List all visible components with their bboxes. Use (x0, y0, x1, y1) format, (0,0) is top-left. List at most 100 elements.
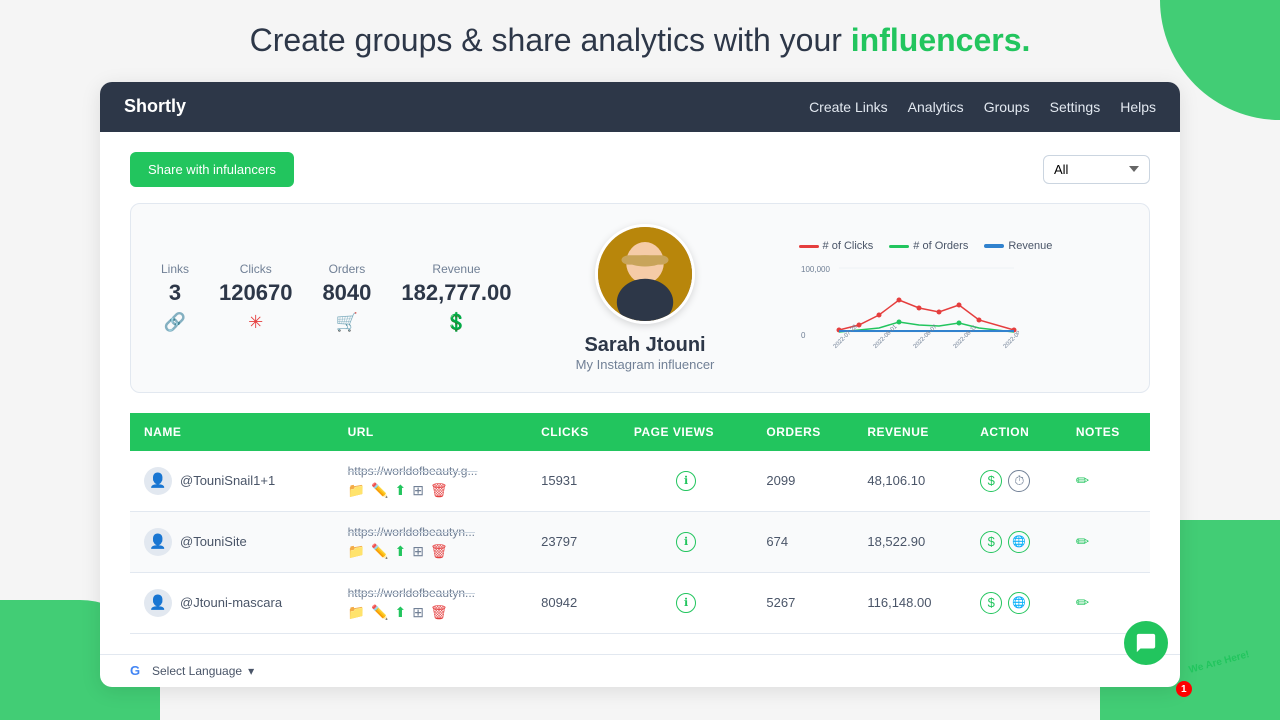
headline-text: Create groups & share analytics with you… (250, 22, 851, 58)
dollar-icon-1[interactable]: $ (980, 531, 1002, 553)
svg-text:2022-08-07: 2022-08-07 (912, 324, 938, 350)
globe-icon-1[interactable]: 🌐 (1008, 531, 1030, 553)
folder-icon[interactable]: 📁 (348, 482, 365, 499)
edit-icon[interactable]: ✏️ (371, 482, 388, 499)
google-icon: G (130, 663, 146, 679)
notes-edit-icon-1[interactable]: ✏ (1076, 534, 1089, 551)
col-clicks: CLICKS (527, 413, 620, 451)
grid-icon[interactable]: ⊞ (412, 604, 424, 621)
folder-icon[interactable]: 📁 (348, 543, 365, 560)
navbar: Shortly Create Links Analytics Groups Se… (100, 82, 1180, 132)
data-table: NAME URL CLICKS PAGE VIEWS ORDERS REVENU… (130, 413, 1150, 634)
profile-subtitle: My Instagram influencer (512, 357, 779, 372)
row-avatar-0: 👤 (144, 467, 172, 495)
profile-name: Sarah Jtouni (512, 334, 779, 357)
row-url-0: https://worldofbeauty.g... (348, 464, 478, 478)
svg-text:100,000: 100,000 (801, 265, 830, 274)
cell-revenue-1: 18,522.90 (853, 511, 966, 572)
col-name: NAME (130, 413, 334, 451)
nav-groups[interactable]: Groups (984, 99, 1030, 115)
cell-orders-1: 674 (752, 511, 853, 572)
stat-clicks: Clicks 120670 ✳ (219, 262, 292, 333)
cell-name-0: 👤 @TouniSnail1+1 (130, 451, 334, 512)
cell-pageviews-2: ℹ (620, 572, 753, 633)
cell-url-1: https://worldofbeautyn... 📁 ✏️ ⬆ ⊞ 🗑 (334, 511, 528, 572)
delete-icon[interactable]: 🗑 (430, 482, 448, 499)
chart-legend: # of Clicks # of Orders Revenue (799, 240, 1119, 252)
cell-url-2: https://worldofbeautyn... 📁 ✏️ ⬆ ⊞ 🗑 (334, 572, 528, 633)
col-orders: ORDERS (752, 413, 853, 451)
row-name-0: @TouniSnail1+1 (180, 473, 275, 488)
nav-settings[interactable]: Settings (1050, 99, 1101, 115)
globe-icon-2[interactable]: 🌐 (1008, 592, 1030, 614)
dollar-icon-2[interactable]: $ (980, 592, 1002, 614)
clock-icon-0[interactable]: ⏱ (1008, 470, 1030, 492)
upload-icon[interactable]: ⬆ (394, 482, 406, 499)
svg-text:2022-07-28: 2022-07-28 (832, 324, 858, 350)
row-name-1: @TouniSite (180, 534, 247, 549)
share-button[interactable]: Share with infulancers (130, 152, 294, 187)
cell-pageviews-0: ℹ (620, 451, 753, 512)
info-icon-0: ℹ (676, 471, 696, 491)
svg-text:0: 0 (801, 331, 806, 340)
cell-name-1: 👤 @TouniSite (130, 511, 334, 572)
col-notes: NOTES (1062, 413, 1150, 451)
grid-icon[interactable]: ⊞ (412, 543, 424, 560)
delete-icon[interactable]: 🗑 (430, 543, 448, 560)
upload-icon[interactable]: ⬆ (394, 604, 406, 621)
cell-revenue-0: 48,106.10 (853, 451, 966, 512)
edit-icon[interactable]: ✏️ (371, 604, 388, 621)
delete-icon[interactable]: 🗑 (430, 604, 448, 621)
legend-revenue: Revenue (984, 240, 1052, 252)
info-icon-2: ℹ (676, 593, 696, 613)
select-language-bar: G Select Language ▾ (100, 654, 1180, 687)
row-avatar-1: 👤 (144, 528, 172, 556)
content-area: Share with infulancers All This Week Thi… (100, 132, 1180, 654)
cell-action-1: $ 🌐 (966, 511, 1062, 572)
notes-edit-icon-2[interactable]: ✏ (1076, 595, 1089, 612)
folder-icon[interactable]: 📁 (348, 604, 365, 621)
revenue-icon: 💲 (401, 312, 511, 333)
info-icon-1: ℹ (676, 532, 696, 552)
cell-action-0: $ ⏱ (966, 451, 1062, 512)
chat-button[interactable] (1124, 621, 1168, 665)
chat-badge: 1 (1176, 681, 1192, 697)
dollar-icon-0[interactable]: $ (980, 470, 1002, 492)
stats-grid: Links 3 🔗 Clicks 120670 ✳ Orders 8040 🛒 (161, 262, 512, 333)
cell-clicks-2: 80942 (527, 572, 620, 633)
grid-icon[interactable]: ⊞ (412, 482, 424, 499)
cell-notes-0: ✏ (1062, 451, 1150, 512)
legend-clicks: # of Clicks (799, 240, 874, 252)
cell-notes-1: ✏ (1062, 511, 1150, 572)
col-pageviews: PAGE VIEWS (620, 413, 753, 451)
edit-icon[interactable]: ✏️ (371, 543, 388, 560)
col-action: ACTION (966, 413, 1062, 451)
analytics-chart: 100,000 0 (799, 260, 1019, 350)
nav-create-links[interactable]: Create Links (809, 99, 888, 115)
headline-accent: influencers. (851, 22, 1031, 58)
brand-logo: Shortly (124, 96, 186, 117)
link-icon: 🔗 (161, 312, 189, 333)
cell-clicks-1: 23797 (527, 511, 620, 572)
nav-analytics[interactable]: Analytics (908, 99, 964, 115)
cell-revenue-2: 116,148.00 (853, 572, 966, 633)
upload-icon[interactable]: ⬆ (394, 543, 406, 560)
chart-area: # of Clicks # of Orders Revenue (779, 240, 1119, 355)
cell-orders-2: 5267 (752, 572, 853, 633)
notes-edit-icon-0[interactable]: ✏ (1076, 473, 1089, 490)
table-row: 👤 @TouniSnail1+1 https://worldofbeauty.g… (130, 451, 1150, 512)
row-avatar-2: 👤 (144, 589, 172, 617)
nav-menu: Create Links Analytics Groups Settings H… (809, 99, 1156, 115)
filter-select[interactable]: All This Week This Month This Year (1043, 155, 1150, 184)
stat-links: Links 3 🔗 (161, 262, 189, 333)
row-name-2: @Jtouni-mascara (180, 595, 282, 610)
table-header-row: NAME URL CLICKS PAGE VIEWS ORDERS REVENU… (130, 413, 1150, 451)
nav-helps[interactable]: Helps (1120, 99, 1156, 115)
cell-clicks-0: 15931 (527, 451, 620, 512)
svg-text:2022-08-11: 2022-08-11 (952, 324, 978, 350)
row-url-1: https://worldofbeautyn... (348, 525, 475, 539)
chat-icon (1135, 632, 1157, 654)
legend-orders: # of Orders (889, 240, 968, 252)
language-dropdown-arrow[interactable]: ▾ (248, 664, 254, 678)
table-row: 👤 @TouniSite https://worldofbeautyn... 📁… (130, 511, 1150, 572)
